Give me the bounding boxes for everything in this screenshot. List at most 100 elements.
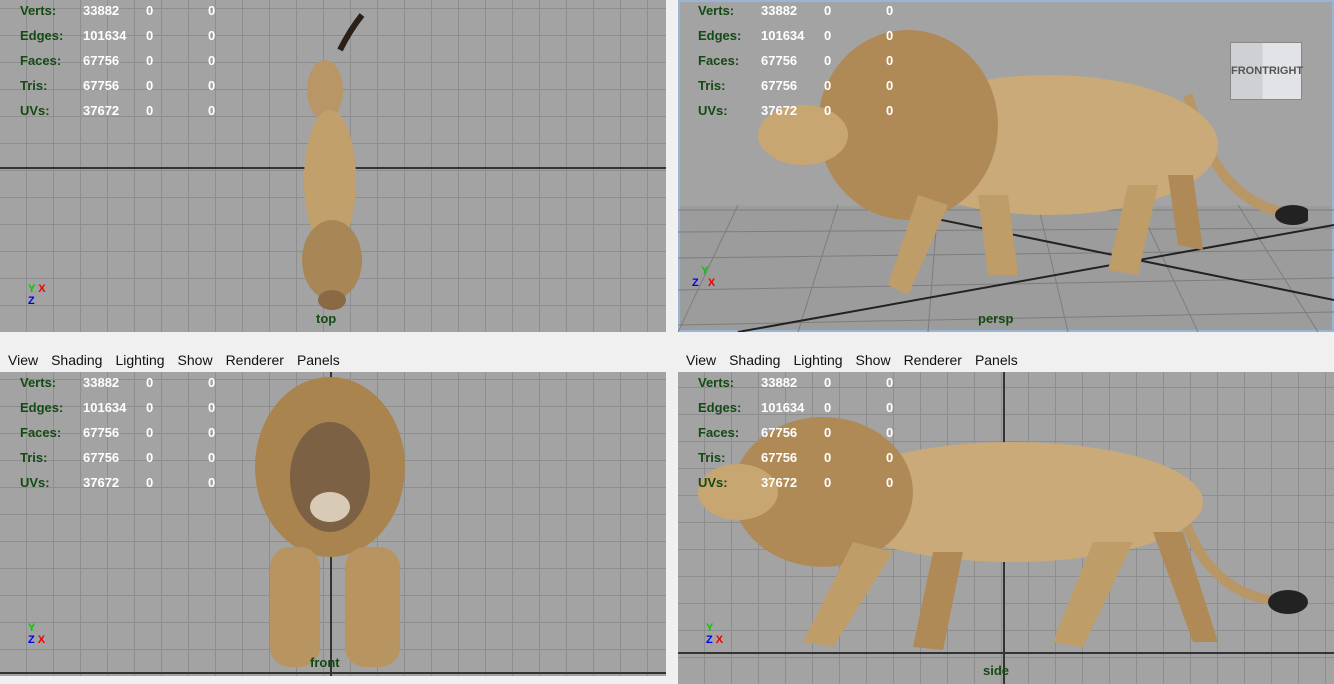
stat-label: Edges: bbox=[698, 28, 742, 43]
stat-component: 0 bbox=[886, 425, 894, 440]
menu-lighting[interactable]: Lighting bbox=[793, 352, 842, 368]
menu-shading[interactable]: Shading bbox=[729, 352, 780, 368]
stat-value: 67756 bbox=[83, 450, 120, 465]
lion-model-top bbox=[302, 13, 365, 310]
menu-view[interactable]: View bbox=[686, 352, 716, 368]
view-cube-right: RIGHT bbox=[1268, 65, 1304, 77]
stat-selected: 0 bbox=[146, 103, 154, 118]
stat-label: Tris: bbox=[20, 78, 48, 93]
stat-selected: 0 bbox=[146, 475, 154, 490]
stat-component: 0 bbox=[886, 103, 894, 118]
menu-shading[interactable]: Shading bbox=[51, 352, 102, 368]
camera-label: top bbox=[316, 311, 337, 326]
stat-selected: 0 bbox=[824, 78, 832, 93]
stat-value: 37672 bbox=[761, 475, 798, 490]
stat-value: 101634 bbox=[83, 400, 127, 415]
stat-value: 67756 bbox=[761, 450, 798, 465]
stat-selected: 0 bbox=[146, 425, 154, 440]
stat-selected: 0 bbox=[824, 400, 832, 415]
stat-value: 37672 bbox=[761, 103, 798, 118]
stat-component: 0 bbox=[886, 450, 894, 465]
stat-label: UVs: bbox=[20, 475, 50, 490]
viewport-top[interactable]: Verts: 33882 0 0 Edges: 101634 0 0 Faces: 67756 0 0… bbox=[0, 0, 666, 332]
stat-label: Verts: bbox=[698, 375, 735, 390]
stat-component: 0 bbox=[208, 450, 216, 465]
stat-label: Edges: bbox=[698, 400, 742, 415]
stat-selected: 0 bbox=[824, 28, 832, 43]
stat-selected: 0 bbox=[824, 3, 832, 18]
stat-component: 0 bbox=[208, 28, 216, 43]
menu-renderer[interactable]: Renderer bbox=[904, 352, 962, 368]
camera-label: persp bbox=[978, 311, 1014, 326]
panel-menubar: View Shading Lighting Show Renderer Panels bbox=[0, 349, 674, 371]
viewport-front[interactable]: Verts: 33882 0 0 Edges: 101634 0 0 Faces: 67756 0 0… bbox=[0, 372, 666, 676]
stat-selected: 0 bbox=[824, 450, 832, 465]
stat-label: Verts: bbox=[698, 3, 735, 18]
stat-selected: 0 bbox=[146, 78, 154, 93]
camera-label: side bbox=[983, 663, 1010, 678]
stat-label: UVs: bbox=[20, 103, 50, 118]
stat-value: 101634 bbox=[83, 28, 127, 43]
stat-label: UVs: bbox=[698, 103, 728, 118]
menu-view[interactable]: View bbox=[8, 352, 38, 368]
stat-component: 0 bbox=[208, 78, 216, 93]
stat-selected: 0 bbox=[824, 53, 832, 68]
stat-value: 67756 bbox=[761, 53, 798, 68]
menu-panels[interactable]: Panels bbox=[975, 352, 1018, 368]
stat-selected: 0 bbox=[146, 450, 154, 465]
stat-selected: 0 bbox=[146, 375, 154, 390]
axis-gizmo: YZ X bbox=[692, 265, 716, 289]
stat-component: 0 bbox=[886, 53, 894, 68]
stat-component: 0 bbox=[886, 400, 894, 415]
menu-show[interactable]: Show bbox=[178, 352, 213, 368]
stat-value: 67756 bbox=[761, 425, 798, 440]
stat-value: 101634 bbox=[761, 400, 805, 415]
stat-selected: 0 bbox=[146, 3, 154, 18]
stat-component: 0 bbox=[208, 375, 216, 390]
stat-component: 0 bbox=[886, 78, 894, 93]
axis-gizmo: YZ X bbox=[706, 622, 724, 646]
view-cube[interactable]: FRONT RIGHT bbox=[1230, 42, 1304, 100]
panel-menubar: View Shading Lighting Show Renderer Panels bbox=[678, 349, 1334, 371]
stat-value: 33882 bbox=[83, 3, 120, 18]
stat-value: 67756 bbox=[83, 53, 120, 68]
stat-selected: 0 bbox=[824, 103, 832, 118]
stat-selected: 0 bbox=[146, 28, 154, 43]
stat-component: 0 bbox=[208, 400, 216, 415]
stat-value: 33882 bbox=[761, 375, 798, 390]
viewport-side[interactable]: Verts: 33882 0 0 Edges: 101634 0 0 Faces: 67756 0 0… bbox=[678, 372, 1334, 684]
stat-component: 0 bbox=[208, 475, 216, 490]
axis-gizmo: Y XZ bbox=[28, 283, 46, 307]
stat-selected: 0 bbox=[146, 53, 154, 68]
stat-value: 37672 bbox=[83, 103, 120, 118]
stat-selected: 0 bbox=[824, 375, 832, 390]
stat-component: 0 bbox=[886, 475, 894, 490]
stat-component: 0 bbox=[208, 53, 216, 68]
stat-value: 67756 bbox=[83, 78, 120, 93]
lion-model-side bbox=[698, 417, 1308, 650]
view-cube-front: FRONT bbox=[1231, 65, 1269, 77]
menu-renderer[interactable]: Renderer bbox=[226, 352, 284, 368]
stat-label: Tris: bbox=[698, 450, 726, 465]
viewport-persp[interactable]: FRONT RIGHT Verts: 33882 0 0 Edges: 101634 0 0 F… bbox=[678, 0, 1334, 332]
stat-label: Faces: bbox=[20, 53, 62, 68]
stat-value: 101634 bbox=[761, 28, 805, 43]
stat-selected: 0 bbox=[824, 475, 832, 490]
stat-value: 37672 bbox=[83, 475, 120, 490]
stat-value: 67756 bbox=[83, 425, 120, 440]
menu-show[interactable]: Show bbox=[856, 352, 891, 368]
stat-value: 33882 bbox=[761, 3, 798, 18]
stat-label: Faces: bbox=[20, 425, 62, 440]
stat-label: Faces: bbox=[698, 53, 740, 68]
stat-component: 0 bbox=[886, 28, 894, 43]
stat-component: 0 bbox=[886, 3, 894, 18]
menu-panels[interactable]: Panels bbox=[297, 352, 340, 368]
stat-selected: 0 bbox=[824, 425, 832, 440]
axis-gizmo: YZ X bbox=[28, 622, 46, 646]
stat-label: Edges: bbox=[20, 28, 64, 43]
menu-lighting[interactable]: Lighting bbox=[115, 352, 164, 368]
stat-value: 67756 bbox=[761, 78, 798, 93]
stat-component: 0 bbox=[208, 103, 216, 118]
stat-label: Faces: bbox=[698, 425, 740, 440]
stat-value: 33882 bbox=[83, 375, 120, 390]
